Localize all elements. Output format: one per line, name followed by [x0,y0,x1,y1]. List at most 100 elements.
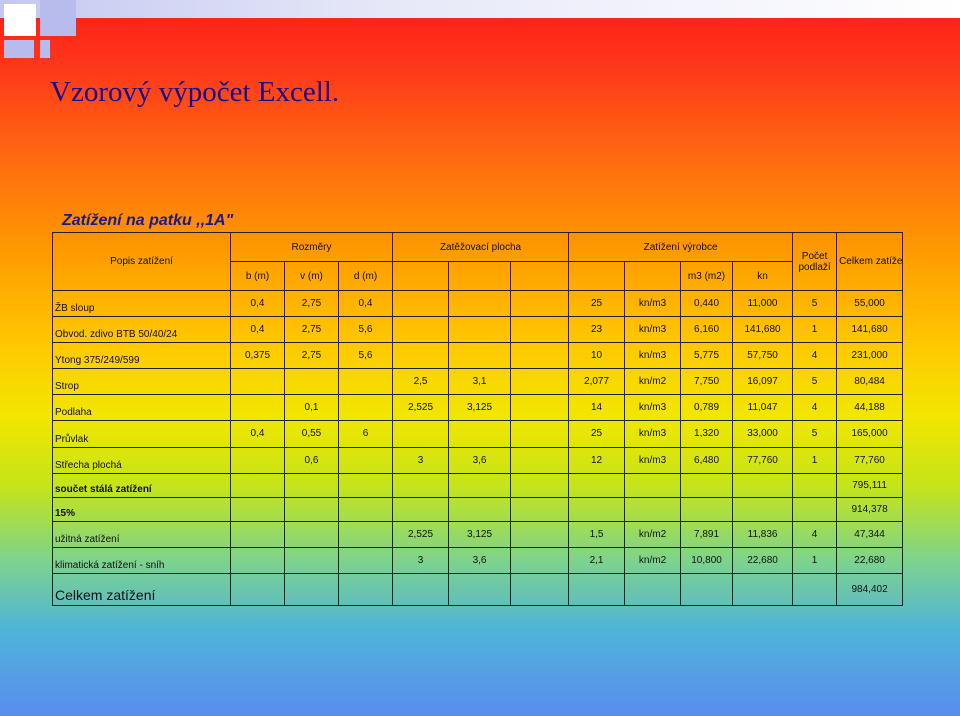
klimaticka-cell-c5: 3,6 [448,546,512,574]
row-cell-c8: kn/m2 [624,368,682,396]
row-cell-c10: 57,750 [732,342,794,370]
soucet-empty [230,472,285,498]
row-label: Střecha plochá [52,446,231,474]
row-cell-c1: 0,4 [230,316,285,344]
row-cell-c12: 44,188 [836,394,904,422]
row-cell-c11: 1 [792,446,838,474]
header-vyrobce: Zatížení výrobce [568,231,794,263]
uzitna-cell-c1 [230,520,285,548]
procent-label: 15% [52,496,231,522]
row-cell-c10: 16,097 [732,368,794,396]
uzitna-cell-c10: 11,836 [732,520,794,548]
row-cell-c5 [448,342,512,370]
row-cell-c7: 10 [568,342,626,370]
klimaticka-cell-c8: kn/m2 [624,546,682,574]
klimaticka-cell-c10: 22,680 [732,546,794,574]
soucet-empty [284,472,339,498]
soucet-empty [510,472,570,498]
celkem-empty [392,572,450,607]
row-cell-c3 [337,446,394,474]
row-cell-c7: 2,077 [568,368,626,396]
row-cell-c8: kn/m3 [624,420,682,448]
row-cell-c2 [284,368,339,396]
row-cell-c5: 3,1 [448,368,512,396]
table-row-klimaticka: klimatická zatížení - sníh 3 3,6 2,1 kn/m2 10… [52,546,904,574]
row-cell-c7: 12 [568,446,626,474]
row-cell-c7: 25 [568,420,626,448]
row-cell-c8: kn/m3 [624,290,682,318]
uzitna-cell-c8: kn/m2 [624,520,682,548]
row-cell-c2: 0,6 [284,446,339,474]
row-cell-c2: 2,75 [284,342,339,370]
header-v: v (m) [284,261,339,292]
row-cell-c3: 6 [337,420,394,448]
page-title: Vzorový výpočet Excell. [50,76,340,108]
uzitna-cell-c11: 4 [792,520,838,548]
procent-empty [284,496,339,522]
klimaticka-cell-c3 [337,546,394,574]
row-cell-c1 [230,368,285,396]
soucet-empty [624,472,682,498]
klimaticka-cell-c7: 2,1 [568,546,626,574]
celkem-label: Celkem zatížení [52,572,231,607]
uzitna-cell-c3 [337,520,394,548]
table-row: Obvod. zdivo BTB 50/40/24 0,4 2,75 5,6 23 kn/… [52,316,904,344]
header-b: b (m) [230,261,285,292]
deco-square-3 [4,40,34,58]
row-cell-c9: 0,789 [680,394,734,422]
table-row: Strop 2,5 3,1 2,077 kn/m2 7,750 16,097 5 80,484 [52,368,904,396]
uzitna-cell-c4: 2,525 [392,520,450,548]
header-celkem: Celkem zatížení kn/m [836,231,904,292]
row-cell-c6 [510,446,570,474]
procent-empty [680,496,734,522]
uzitna-cell-c9: 7,891 [680,520,734,548]
row-cell-c6 [510,368,570,396]
row-cell-c12: 55,000 [836,290,904,318]
row-cell-c12: 77,760 [836,446,904,474]
row-cell-c1: 0,375 [230,342,285,370]
row-cell-c4: 2,525 [392,394,450,422]
procent-empty [337,496,394,522]
klimaticka-cell-c1 [230,546,285,574]
row-cell-c11: 5 [792,420,838,448]
row-cell-c11: 1 [792,316,838,344]
row-cell-c4 [392,316,450,344]
row-cell-c8: kn/m3 [624,342,682,370]
row-cell-c7: 25 [568,290,626,318]
soucet-empty [392,472,450,498]
klimaticka-cell-c12: 22,680 [836,546,904,574]
uzitna-cell-c12: 47,344 [836,520,904,548]
row-cell-c6 [510,394,570,422]
header-m3m2: m3 (m2) [680,261,734,292]
page-subtitle: Zatížení na patku ,,1A" [62,212,234,229]
soucet-empty [792,472,838,498]
celkem-empty [732,572,794,607]
row-cell-c12: 141,680 [836,316,904,344]
table-row: Střecha plochá 0,6 3 3,6 12 kn/m3 6,480 77,760 1… [52,446,904,474]
row-cell-c12: 165,000 [836,420,904,448]
row-cell-c9: 6,480 [680,446,734,474]
row-cell-c7: 23 [568,316,626,344]
row-cell-c12: 80,484 [836,368,904,396]
procent-empty [510,496,570,522]
header-kn: kn [732,261,794,292]
procent-value: 914,378 [836,496,904,522]
row-cell-c11: 5 [792,290,838,318]
row-cell-c1 [230,394,285,422]
row-cell-c9: 7,750 [680,368,734,396]
celkem-empty [680,572,734,607]
klimaticka-label: klimatická zatížení - sníh [52,546,231,574]
uzitna-cell-c6 [510,520,570,548]
klimaticka-cell-c6 [510,546,570,574]
row-cell-c1: 0,4 [230,420,285,448]
row-cell-c5: 3,125 [448,394,512,422]
celkem-empty [337,572,394,607]
uzitna-cell-c5: 3,125 [448,520,512,548]
row-cell-c10: 11,000 [732,290,794,318]
celkem-empty [624,572,682,607]
header-rozmery: Rozměry [229,231,394,263]
klimaticka-cell-c2 [284,546,339,574]
row-cell-c3 [337,368,394,396]
deco-square-4 [40,40,50,58]
header-d: d (m) [337,261,394,292]
